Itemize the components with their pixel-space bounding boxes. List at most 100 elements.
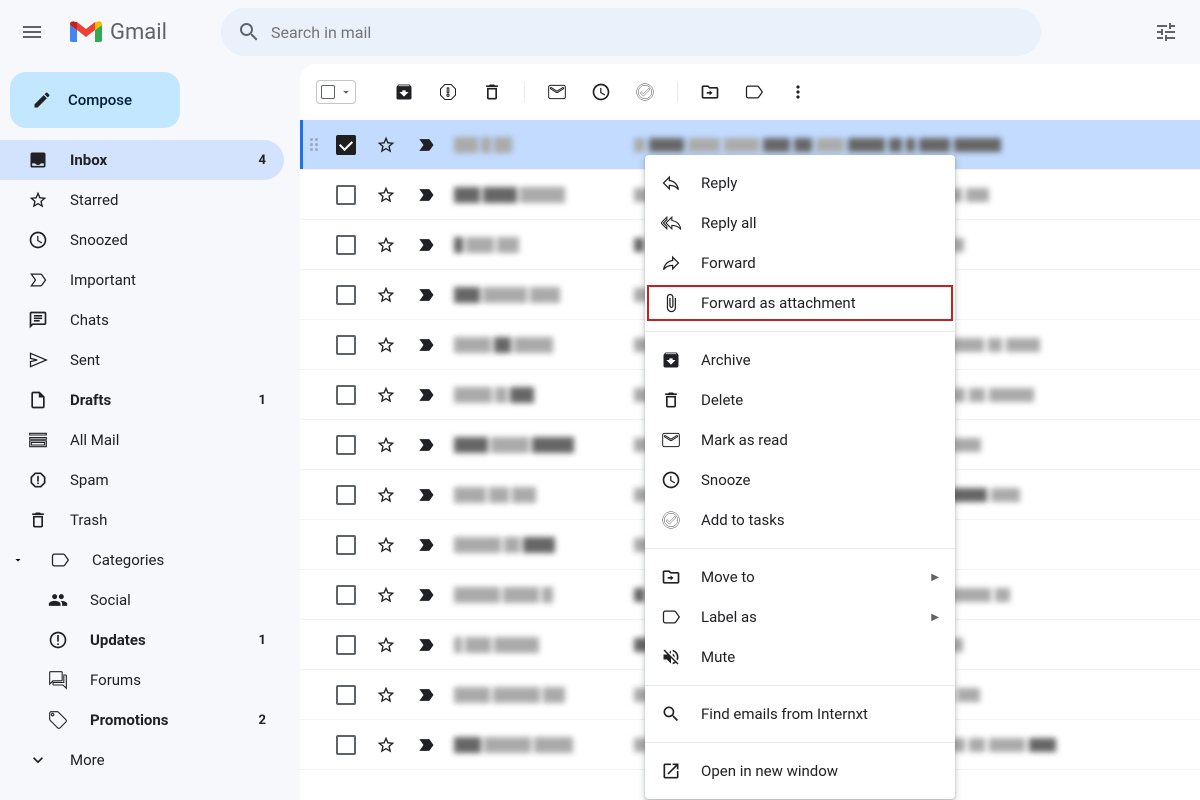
checkbox[interactable]	[336, 635, 356, 655]
important-marker-icon[interactable]	[416, 685, 436, 705]
ctx-reply-all[interactable]: Reply all	[645, 203, 955, 243]
search-icon[interactable]	[227, 10, 271, 54]
ctx-snooze[interactable]: Snooze	[645, 460, 955, 500]
action-toolbar	[300, 64, 1200, 120]
mark-read-button[interactable]	[537, 72, 577, 112]
important-marker-icon[interactable]	[416, 185, 436, 205]
category-promotions[interactable]: Promotions2	[0, 700, 284, 740]
important-marker-icon[interactable]	[416, 285, 436, 305]
star-icon[interactable]	[376, 385, 396, 405]
drag-handle[interactable]	[310, 138, 326, 151]
sidebar-item-drafts[interactable]: Drafts1	[0, 380, 284, 420]
sender	[454, 637, 574, 653]
star-icon[interactable]	[376, 735, 396, 755]
checkbox[interactable]	[336, 385, 356, 405]
sender	[454, 687, 574, 703]
checkbox[interactable]	[336, 285, 356, 305]
ctx-archive[interactable]: Archive	[645, 340, 955, 380]
ctx-mark-as-read[interactable]: Mark as read	[645, 420, 955, 460]
important-marker-icon[interactable]	[416, 335, 436, 355]
checkbox[interactable]	[336, 435, 356, 455]
important-marker-icon[interactable]	[416, 635, 436, 655]
gmail-icon	[70, 20, 102, 44]
checkbox[interactable]	[336, 535, 356, 555]
category-social[interactable]: Social	[0, 580, 284, 620]
ctx-label-as[interactable]: Label as▶	[645, 597, 955, 637]
important-marker-icon[interactable]	[416, 535, 436, 555]
category-updates[interactable]: Updates1	[0, 620, 284, 660]
ctx-reply[interactable]: Reply	[645, 163, 955, 203]
checkbox[interactable]	[336, 135, 356, 155]
important-marker-icon[interactable]	[416, 235, 436, 255]
important-marker-icon[interactable]	[416, 135, 436, 155]
ctx-open-in-new-window[interactable]: Open in new window	[645, 751, 955, 791]
star-icon[interactable]	[376, 635, 396, 655]
checkbox[interactable]	[336, 335, 356, 355]
important-marker-icon[interactable]	[416, 485, 436, 505]
sidebar-item-snoozed[interactable]: Snoozed	[0, 220, 284, 260]
important-marker-icon[interactable]	[416, 735, 436, 755]
important-marker-icon[interactable]	[416, 385, 436, 405]
ctx-label: Move to	[701, 568, 755, 586]
star-icon[interactable]	[376, 335, 396, 355]
label-icon	[661, 607, 681, 627]
sidebar-item-inbox[interactable]: Inbox4	[0, 140, 284, 180]
move-to-button[interactable]	[690, 72, 730, 112]
category-forums[interactable]: Forums	[0, 660, 284, 700]
nav-label: Snoozed	[70, 231, 266, 249]
nav-count: 1	[259, 633, 266, 648]
search-bar[interactable]	[221, 8, 1041, 56]
gmail-logo[interactable]: Gmail	[56, 20, 181, 45]
checkbox[interactable]	[336, 235, 356, 255]
sidebar-item-sent[interactable]: Sent	[0, 340, 284, 380]
important-marker-icon[interactable]	[416, 585, 436, 605]
nav-label: Spam	[70, 471, 266, 489]
sidebar-item-starred[interactable]: Starred	[0, 180, 284, 220]
snooze-button[interactable]	[581, 72, 621, 112]
search-options-button[interactable]	[1144, 10, 1188, 54]
star-icon[interactable]	[376, 285, 396, 305]
ctx-move-to[interactable]: Move to▶	[645, 557, 955, 597]
checkbox[interactable]	[336, 485, 356, 505]
star-icon[interactable]	[376, 235, 396, 255]
star-icon[interactable]	[376, 135, 396, 155]
menu-button[interactable]	[8, 8, 56, 56]
sender	[454, 737, 574, 753]
nav-count: 1	[259, 393, 266, 408]
sidebar-item-trash[interactable]: Trash	[0, 500, 284, 540]
more-button[interactable]	[778, 72, 818, 112]
star-icon[interactable]	[376, 435, 396, 455]
ctx-mute[interactable]: Mute	[645, 637, 955, 677]
sidebar-item-all-mail[interactable]: All Mail	[0, 420, 284, 460]
delete-button[interactable]	[472, 72, 512, 112]
ctx-delete[interactable]: Delete	[645, 380, 955, 420]
checkbox[interactable]	[336, 735, 356, 755]
checkbox[interactable]	[336, 185, 356, 205]
ctx-find-emails-from-internxt[interactable]: Find emails from Internxt	[645, 694, 955, 734]
nav-label: Trash	[70, 511, 266, 529]
ctx-add-to-tasks[interactable]: Add to tasks	[645, 500, 955, 540]
ctx-forward-as-attachment[interactable]: Forward as attachment	[645, 283, 955, 323]
sender	[454, 387, 574, 403]
sidebar-item-important[interactable]: Important	[0, 260, 284, 300]
star-icon[interactable]	[376, 185, 396, 205]
labels-button[interactable]	[734, 72, 774, 112]
sidebar-item-categories[interactable]: Categories	[0, 540, 284, 580]
star-icon[interactable]	[376, 535, 396, 555]
sidebar-item-spam[interactable]: Spam	[0, 460, 284, 500]
search-input[interactable]	[271, 23, 1035, 42]
checkbox[interactable]	[336, 585, 356, 605]
archive-button[interactable]	[384, 72, 424, 112]
ctx-forward[interactable]: Forward	[645, 243, 955, 283]
sidebar-more[interactable]: More	[0, 740, 284, 780]
star-icon[interactable]	[376, 585, 396, 605]
sidebar-item-chats[interactable]: Chats	[0, 300, 284, 340]
checkbox[interactable]	[336, 685, 356, 705]
add-task-button[interactable]	[625, 72, 665, 112]
star-icon[interactable]	[376, 485, 396, 505]
report-spam-button[interactable]	[428, 72, 468, 112]
select-all-checkbox[interactable]	[316, 80, 356, 104]
important-marker-icon[interactable]	[416, 435, 436, 455]
star-icon[interactable]	[376, 685, 396, 705]
compose-button[interactable]: Compose	[10, 72, 180, 128]
